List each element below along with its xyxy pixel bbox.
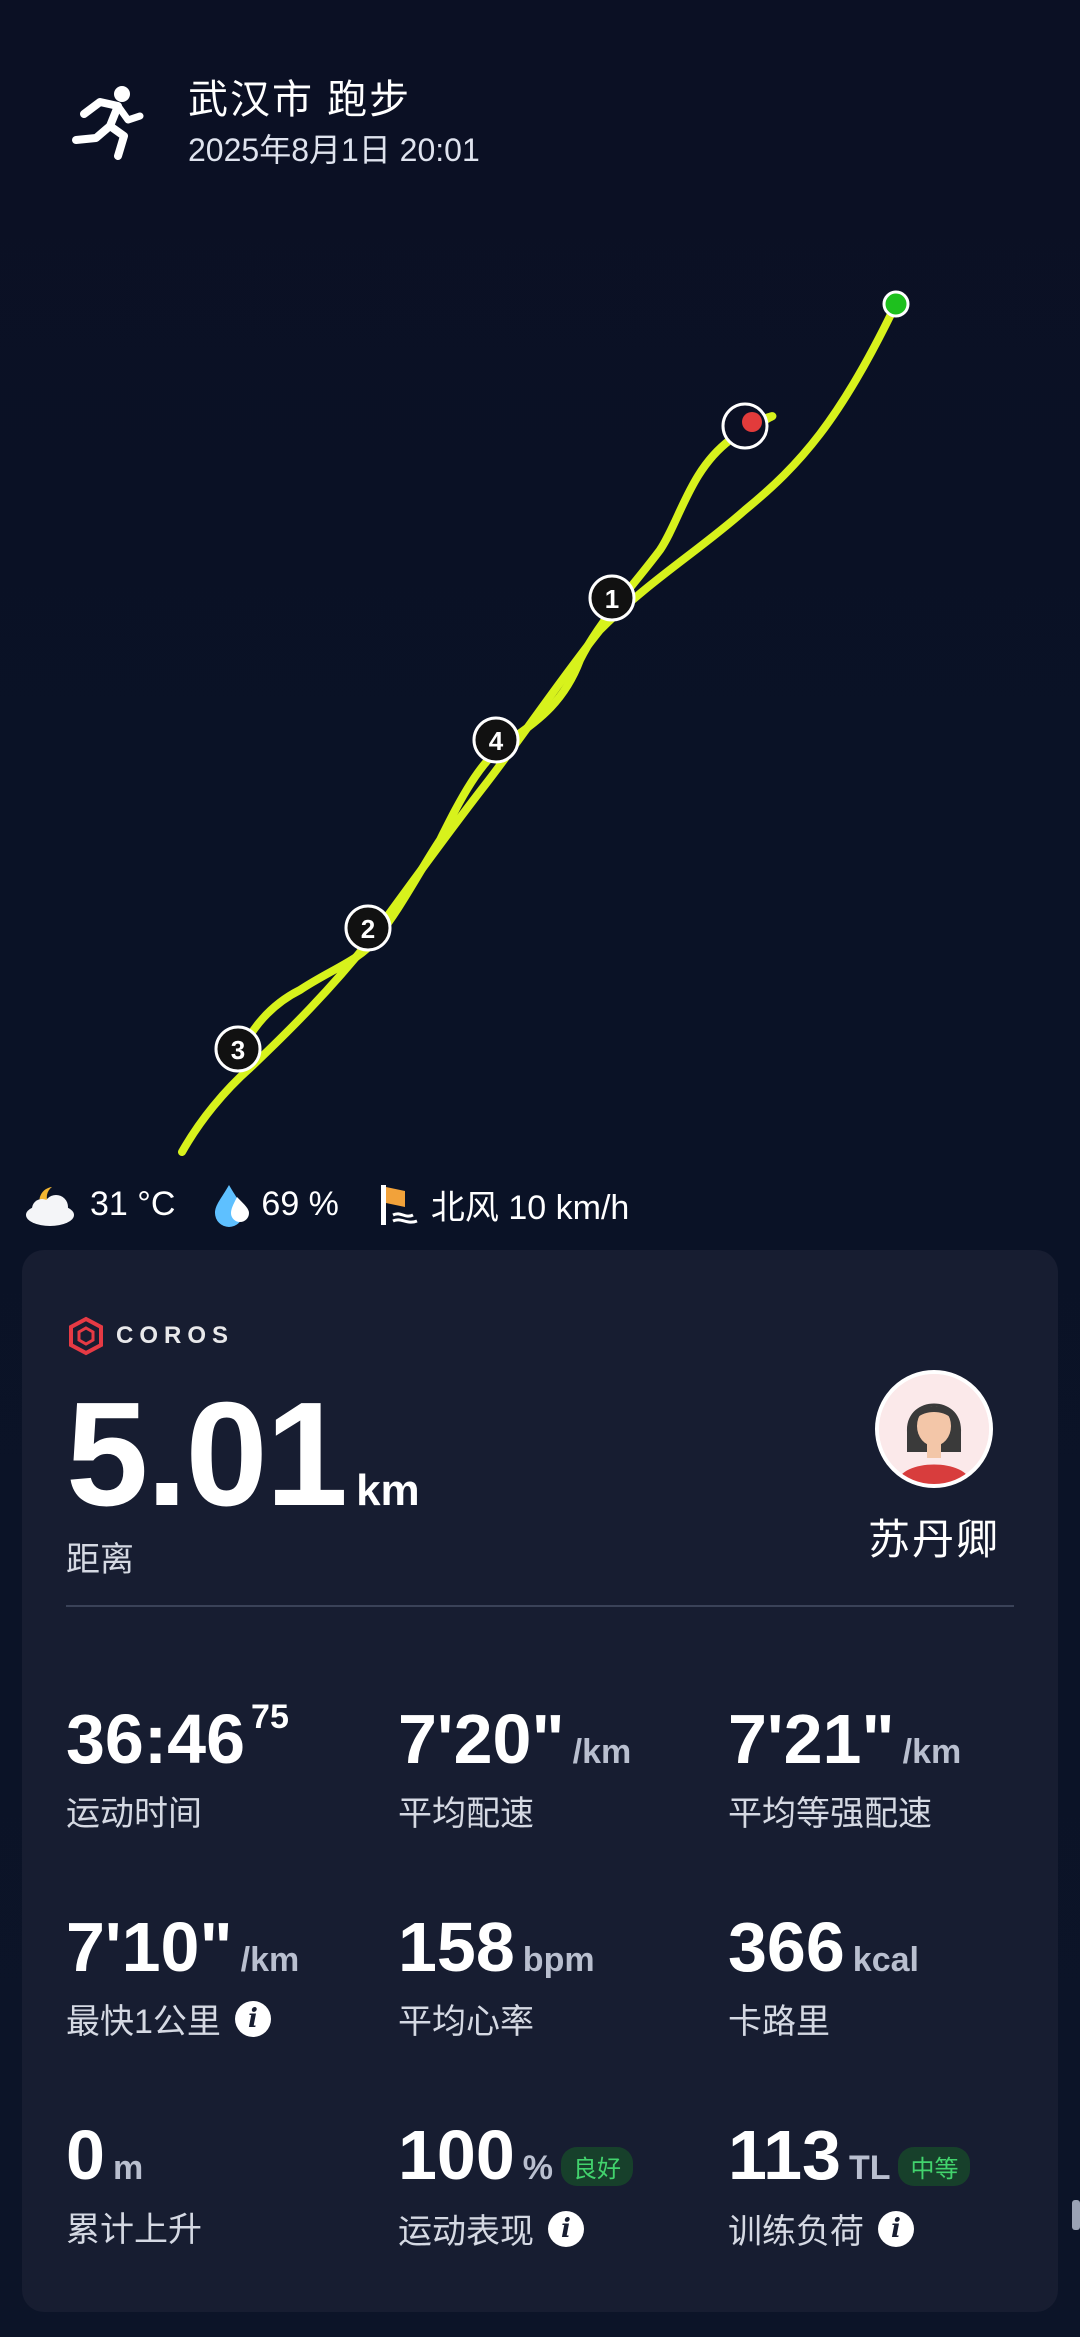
- temperature-value: 31 °C: [90, 1185, 176, 1223]
- stat-performance: 100% 良好 运动表现 i: [398, 2118, 718, 2253]
- card-divider: [66, 1605, 1014, 1607]
- elevation-unit: m: [112, 2149, 144, 2187]
- avatar-person-icon: [879, 1374, 989, 1484]
- stat-avg-grade-pace: 7'21"/km 平均等强配速: [728, 1702, 1048, 1835]
- km-marker-4: 4: [472, 716, 520, 764]
- stat-duration: 36:46 75 运动时间: [66, 1698, 386, 1835]
- humidity-drop-icon: [215, 1184, 250, 1227]
- calories-unit: kcal: [852, 1941, 919, 1979]
- km-marker-1: 1: [588, 574, 636, 622]
- training-load-label: 训练负荷: [728, 2213, 864, 2252]
- avg-hr-label: 平均心率: [398, 2003, 534, 2041]
- running-person-icon: [72, 86, 144, 160]
- avg-pace-value: 7'20": [398, 1700, 565, 1778]
- km-marker-3: 3: [214, 1025, 262, 1073]
- avg-grade-pace-value: 7'21": [728, 1700, 895, 1778]
- info-icon[interactable]: i: [234, 2000, 271, 2037]
- avg-pace-unit: /km: [572, 1733, 632, 1771]
- stat-elevation: 0m 累计上升: [66, 2118, 386, 2251]
- calories-label: 卡路里: [728, 2003, 830, 2041]
- duration-hundredths: 75: [251, 1698, 289, 1736]
- stat-calories: 366 kcal 卡路里: [728, 1910, 1048, 2043]
- wind-flag-icon: [380, 1184, 418, 1225]
- activity-title: 武汉市 跑步: [188, 78, 412, 122]
- activity-header: 武汉市 跑步 2025年8月1日 20:01: [62, 76, 480, 170]
- calories-value: 366: [728, 1908, 845, 1986]
- route-start-marker: [882, 290, 910, 318]
- weather-row: 31 °C 69 % 北风 10 km/h: [22, 1180, 665, 1229]
- fastest-km-label: 最快1公里: [66, 2003, 221, 2041]
- coros-logo: COROS: [66, 1316, 234, 1356]
- wind-value: 北风 10 km/h: [430, 1189, 630, 1227]
- avg-hr-value: 158: [398, 1908, 515, 1986]
- svg-text:4: 4: [489, 726, 504, 756]
- stat-avg-hr: 158 bpm 平均心率: [398, 1910, 718, 2043]
- avatar[interactable]: [875, 1370, 993, 1488]
- distance-label: 距离: [66, 1541, 134, 1579]
- elevation-value: 0: [66, 2116, 105, 2194]
- weather-humidity: 69 %: [211, 1181, 339, 1229]
- km-marker-2: 2: [344, 904, 392, 952]
- partly-cloudy-night-icon: [26, 1186, 74, 1226]
- svg-text:2: 2: [361, 914, 375, 944]
- route-map[interactable]: 1 4 2 3: [0, 220, 1080, 1180]
- stat-fastest-km: 7'10"/km 最快1公里 i: [66, 1910, 386, 2043]
- duration-value: 36:46: [66, 1700, 246, 1778]
- distance-block: 5.01 km 距离: [66, 1380, 420, 1581]
- activity-datetime: 2025年8月1日 20:01: [188, 132, 480, 168]
- fastest-km-value: 7'10": [66, 1908, 233, 1986]
- avg-hr-unit: bpm: [522, 1941, 595, 1979]
- svg-text:1: 1: [605, 584, 619, 614]
- humidity-value: 69 %: [261, 1185, 339, 1223]
- elevation-label: 累计上升: [66, 2211, 202, 2249]
- user-profile[interactable]: 苏丹卿: [854, 1370, 1014, 1567]
- brand-name: COROS: [116, 1322, 235, 1349]
- info-icon[interactable]: i: [548, 2210, 584, 2247]
- coros-hexagon-icon: [69, 1316, 103, 1356]
- avg-grade-pace-unit: /km: [902, 1733, 962, 1771]
- fastest-km-unit: /km: [240, 1941, 300, 1979]
- stat-training-load: 113 TL 中等 训练负荷 i: [728, 2118, 1048, 2253]
- training-load-badge: 中等: [898, 2147, 971, 2187]
- info-icon[interactable]: i: [878, 2210, 914, 2247]
- distance-unit: km: [356, 1466, 420, 1515]
- weather-wind: 北风 10 km/h: [375, 1180, 629, 1229]
- activity-summary-card: COROS 5.01 km 距离 苏丹卿 36:46 75 运动时间 7'20"/k…: [22, 1250, 1058, 2312]
- route-end-marker: [742, 412, 762, 432]
- training-load-unit: TL: [848, 2149, 891, 2187]
- svg-text:3: 3: [231, 1035, 245, 1065]
- user-name: 苏丹卿: [867, 1516, 1000, 1563]
- performance-badge: 良好: [561, 2147, 634, 2187]
- avg-pace-label: 平均配速: [398, 1795, 534, 1833]
- performance-value: 100: [398, 2116, 515, 2194]
- avg-grade-pace-label: 平均等强配速: [728, 1795, 932, 1833]
- scrollbar[interactable]: [1072, 2200, 1080, 2230]
- stat-avg-pace: 7'20"/km 平均配速: [398, 1702, 718, 1835]
- training-load-value: 113: [728, 2116, 841, 2194]
- route-line-outbound: [178, 302, 899, 1156]
- performance-label: 运动表现: [398, 2213, 534, 2252]
- performance-unit: %: [522, 2149, 554, 2187]
- duration-label: 运动时间: [66, 1795, 202, 1833]
- distance-value: 5.01: [66, 1372, 348, 1537]
- weather-temperature: 31 °C: [22, 1181, 175, 1229]
